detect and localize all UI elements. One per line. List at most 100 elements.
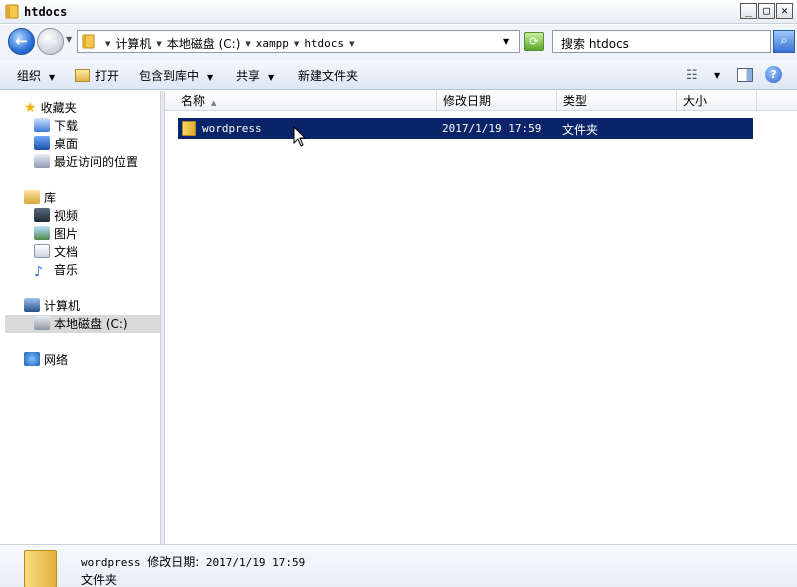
minimize-button[interactable]: _ — [740, 3, 757, 19]
details-modified: 2017/1/19 17:59 — [205, 556, 306, 569]
library-icon — [24, 190, 40, 204]
file-list: 名称 ▲ 修改日期 类型 大小 wordpress 2017/1/19 17:59… — [164, 91, 797, 544]
sort-ascending-icon: ▲ — [211, 99, 217, 107]
hard-drive-icon — [34, 316, 50, 330]
organize-label: 组织 — [17, 69, 42, 83]
search-button[interactable]: ⌕ — [773, 30, 795, 53]
recent-pages-dropdown[interactable]: ▼ — [66, 35, 72, 44]
chevron-down-icon: ▼ — [49, 73, 56, 82]
views-icon[interactable]: ☷ — [686, 68, 698, 83]
recent-places-icon — [34, 154, 50, 168]
refresh-icon: ⟳ — [529, 35, 539, 48]
nav-pictures[interactable]: 图片 — [34, 225, 78, 243]
nav-label: 最近访问的位置 — [54, 155, 139, 169]
breadcrumb-separator[interactable]: ▼ — [156, 40, 161, 48]
organize-menu[interactable]: 组织 ▼ — [17, 67, 55, 84]
folder-icon — [5, 4, 19, 19]
column-name[interactable]: 名称 ▲ — [175, 91, 437, 111]
nav-label: 库 — [44, 191, 57, 205]
breadcrumb-separator[interactable]: ▼ — [349, 40, 354, 48]
nav-label: 计算机 — [44, 299, 81, 313]
chevron-down-icon: ▼ — [268, 73, 275, 82]
star-icon: ★ — [24, 100, 37, 116]
share-label: 共享 — [236, 69, 261, 83]
breadcrumb-xampp[interactable]: xampp — [256, 37, 289, 50]
breadcrumb-computer[interactable]: 计算机 — [115, 35, 151, 52]
open-folder-icon — [75, 69, 90, 82]
forward-button[interactable]: → — [37, 28, 64, 55]
desktop-icon — [34, 136, 50, 150]
breadcrumb-local-disk[interactable]: 本地磁盘 (C:) — [167, 35, 241, 52]
views-dropdown[interactable]: ▼ — [714, 71, 720, 80]
search-placeholder: 搜索 htdocs — [561, 37, 629, 51]
folder-icon — [182, 121, 196, 136]
details-modified-label: 修改日期: — [147, 555, 200, 569]
nav-videos[interactable]: 视频 — [34, 207, 78, 225]
column-modified[interactable]: 修改日期 — [437, 91, 557, 111]
file-modified: 2017/1/19 17:59 — [442, 122, 542, 135]
computer-icon — [24, 298, 40, 312]
folder-icon — [82, 34, 95, 49]
nav-label: 桌面 — [54, 137, 79, 151]
forward-icon: → — [44, 32, 57, 50]
nav-label: 网络 — [44, 353, 69, 367]
share-menu[interactable]: 共享 ▼ — [236, 67, 274, 84]
breadcrumb-separator[interactable]: ▼ — [245, 40, 250, 48]
details-pane: wordpress 修改日期: 2017/1/19 17:59 文件夹 — [0, 544, 797, 587]
nav-network[interactable]: 网络 — [24, 351, 68, 369]
open-button[interactable]: 打开 — [75, 67, 119, 84]
open-label: 打开 — [95, 69, 120, 83]
details-type: 文件夹 — [81, 573, 118, 587]
nav-label: 文档 — [54, 245, 79, 259]
refresh-button[interactable]: ⟳ — [524, 32, 544, 51]
preview-pane-icon[interactable] — [737, 68, 753, 82]
window-title: htdocs — [24, 5, 68, 19]
nav-libraries[interactable]: 库 — [24, 189, 56, 207]
details-name: wordpress — [81, 556, 141, 569]
search-icon: ⌕ — [780, 33, 788, 48]
search-input[interactable]: 搜索 htdocs — [552, 30, 771, 53]
help-icon[interactable]: ? — [765, 66, 782, 83]
music-icon: ♪ — [34, 264, 43, 280]
nav-favorites[interactable]: ★ 收藏夹 — [24, 99, 77, 117]
column-type[interactable]: 类型 — [557, 91, 677, 111]
column-label: 名称 — [181, 94, 206, 108]
column-headers: 名称 ▲ 修改日期 类型 大小 — [165, 91, 797, 111]
breadcrumb: ▼ 计算机 ▼ 本地磁盘 (C:) ▼ xampp ▼ htdocs ▼ — [100, 35, 359, 52]
address-row: ← → ▼ ▼ 计算机 ▼ 本地磁盘 (C:) ▼ xampp ▼ htdocs… — [0, 25, 797, 60]
breadcrumb-htdocs[interactable]: htdocs — [304, 37, 344, 50]
column-label: 大小 — [683, 94, 708, 108]
nav-computer[interactable]: 计算机 — [24, 297, 80, 315]
column-label: 修改日期 — [443, 94, 492, 108]
nav-recent-places[interactable]: 最近访问的位置 — [34, 153, 138, 171]
column-size[interactable]: 大小 — [677, 91, 757, 111]
maximize-button[interactable]: □ — [758, 3, 775, 19]
nav-downloads[interactable]: 下载 — [34, 117, 78, 135]
details-summary: wordpress 修改日期: 2017/1/19 17:59 — [81, 553, 305, 570]
breadcrumb-separator[interactable]: ▼ — [294, 40, 299, 48]
picture-icon — [34, 226, 50, 240]
address-dropdown[interactable]: ▼ — [503, 37, 509, 46]
breadcrumb-separator[interactable]: ▼ — [105, 40, 110, 48]
nav-local-disk[interactable]: 本地磁盘 (C:) — [5, 315, 160, 333]
back-icon: ← — [15, 32, 28, 50]
nav-label: 音乐 — [54, 263, 79, 277]
close-button[interactable]: ✕ — [776, 3, 793, 19]
nav-desktop[interactable]: 桌面 — [34, 135, 78, 153]
back-button[interactable]: ← — [8, 28, 35, 55]
new-folder-button[interactable]: 新建文件夹 — [298, 67, 358, 84]
address-bar[interactable]: ▼ 计算机 ▼ 本地磁盘 (C:) ▼ xampp ▼ htdocs ▼ — [77, 30, 520, 53]
chevron-down-icon: ▼ — [207, 73, 214, 82]
column-label: 类型 — [563, 94, 588, 108]
nav-music[interactable]: ♪ 音乐 — [34, 261, 78, 279]
include-in-library-menu[interactable]: 包含到库中 ▼ — [139, 67, 213, 84]
nav-label: 收藏夹 — [40, 101, 77, 115]
nav-label: 图片 — [54, 227, 79, 241]
download-icon — [34, 118, 50, 132]
title-bar: htdocs _ □ ✕ — [0, 0, 797, 24]
nav-label: 本地磁盘 (C:) — [54, 317, 128, 331]
nav-documents[interactable]: 文档 — [34, 243, 78, 261]
table-row[interactable]: wordpress 2017/1/19 17:59 文件夹 — [178, 118, 753, 139]
folder-icon — [24, 550, 57, 587]
nav-label: 视频 — [54, 209, 79, 223]
